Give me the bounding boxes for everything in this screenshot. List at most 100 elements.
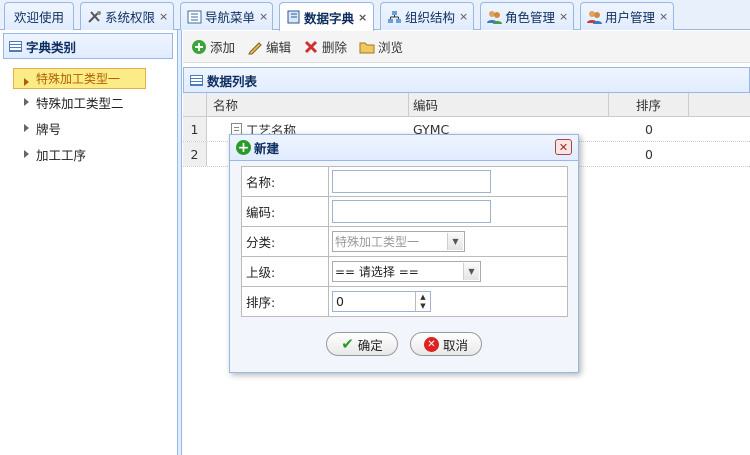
delete-button[interactable]: 删除 xyxy=(303,37,347,56)
add-button[interactable]: 添加 xyxy=(191,37,235,56)
parent-select-value: == 请选择 == xyxy=(335,265,419,279)
tree-node-grade[interactable]: 牌号 xyxy=(0,115,177,141)
browse-button[interactable]: 浏览 xyxy=(359,37,403,56)
user-group-icon xyxy=(587,10,602,24)
sidebar: 字典类别 特殊加工类型一 特殊加工类型二 牌号 加工工序 xyxy=(0,30,178,455)
tab-welcome-label: 欢迎使用 xyxy=(13,10,64,25)
folder-icon xyxy=(359,39,375,55)
tab-label: 用户管理 xyxy=(605,10,656,25)
org-chart-icon xyxy=(387,10,402,24)
cell-order: 0 xyxy=(645,121,653,137)
name-label: 名称: xyxy=(241,166,329,197)
column-header-order[interactable]: 排序 xyxy=(609,93,689,116)
tab-welcome[interactable]: 欢迎使用 xyxy=(4,2,74,30)
confirm-label: 确定 xyxy=(357,337,383,353)
tree-node-special-type-1[interactable]: 特殊加工类型一 xyxy=(13,68,146,89)
expand-arrow-icon[interactable] xyxy=(24,150,29,158)
cancel-icon: ✕ xyxy=(423,336,439,352)
list-icon xyxy=(190,74,203,86)
add-icon: + xyxy=(236,139,251,156)
category-select[interactable]: 特殊加工类型一 ▼ xyxy=(332,231,465,252)
cancel-button[interactable]: ✕ 取消 xyxy=(410,332,482,356)
book-icon xyxy=(286,10,301,24)
tab-bar: 欢迎使用 系统权限 × 导航菜单 × 数据字典 × 组织结构 × 角色管理 × … xyxy=(0,0,750,31)
chevron-down-icon: ▼ xyxy=(463,263,479,280)
users-icon xyxy=(487,10,502,24)
tree-node-label: 牌号 xyxy=(36,121,62,137)
delete-icon xyxy=(303,39,319,55)
tab-system-permissions[interactable]: 系统权限 × xyxy=(80,2,174,30)
tab-data-dictionary[interactable]: 数据字典 × xyxy=(279,2,374,31)
dialog-form: 名称: 编码: 分类: 特殊加工类型一 ▼ 上级: == 请选择 == ▼ 排序: … xyxy=(241,166,568,317)
tab-label: 角色管理 xyxy=(505,10,556,25)
parent-select[interactable]: == 请选择 == ▼ xyxy=(332,261,481,282)
delete-label: 删除 xyxy=(322,40,348,55)
close-icon[interactable]: × xyxy=(559,10,568,23)
tree-node-label: 加工工序 xyxy=(36,147,87,163)
order-stepper[interactable]: 0 ▲ ▼ xyxy=(332,291,431,312)
tab-navigation-menu[interactable]: 导航菜单 × xyxy=(180,2,273,30)
add-label: 添加 xyxy=(210,40,236,55)
tree-node-label: 特殊加工类型二 xyxy=(36,95,124,111)
close-icon[interactable]: × xyxy=(159,10,168,23)
name-input[interactable] xyxy=(332,170,491,193)
tree-node-process[interactable]: 加工工序 xyxy=(0,141,177,167)
tab-label: 组织结构 xyxy=(405,10,456,25)
close-icon[interactable]: × xyxy=(358,11,367,24)
menu-icon xyxy=(187,10,202,24)
order-label: 排序: xyxy=(241,286,329,317)
expand-arrow-icon[interactable] xyxy=(24,98,29,106)
sidebar-header: 字典类别 xyxy=(3,33,173,59)
tab-organization[interactable]: 组织结构 × xyxy=(380,2,474,30)
expand-arrow-icon[interactable] xyxy=(24,124,29,132)
dialog-close-button[interactable]: ✕ xyxy=(555,139,572,155)
dialog-title-bar[interactable]: + 新建 ✕ xyxy=(230,135,578,161)
category-label: 分类: xyxy=(241,226,329,257)
code-label: 编码: xyxy=(241,196,329,227)
confirm-button[interactable]: ✔ 确定 xyxy=(326,332,398,356)
close-icon[interactable]: × xyxy=(659,10,668,23)
pencil-icon xyxy=(247,39,263,55)
list-icon xyxy=(9,40,22,52)
chevron-down-icon: ▼ xyxy=(447,233,463,250)
cell-order: 0 xyxy=(645,146,653,162)
new-item-dialog: + 新建 ✕ 名称: 编码: 分类: 特殊加工类型一 ▼ 上级: == 请选择 =… xyxy=(229,134,579,373)
order-value: 0 xyxy=(336,294,344,309)
browse-label: 浏览 xyxy=(378,40,404,55)
row-number: 2 xyxy=(183,142,207,166)
column-header-code[interactable]: 编码 xyxy=(409,93,609,116)
expand-arrow-icon[interactable] xyxy=(24,78,29,86)
add-icon xyxy=(191,39,207,55)
tab-user-management[interactable]: 用户管理 × xyxy=(580,2,674,30)
tab-label: 导航菜单 xyxy=(205,10,256,25)
cancel-label: 取消 xyxy=(442,337,468,353)
tab-label: 系统权限 xyxy=(105,10,156,25)
sidebar-title: 字典类别 xyxy=(26,39,77,55)
category-tree: 特殊加工类型一 特殊加工类型二 牌号 加工工序 xyxy=(0,68,177,167)
grid-header: 数据列表 xyxy=(183,67,750,93)
spin-down-icon[interactable]: ▼ xyxy=(416,302,430,312)
code-input[interactable] xyxy=(332,200,491,223)
grid-title: 数据列表 xyxy=(207,73,258,89)
tab-role-management[interactable]: 角色管理 × xyxy=(480,2,574,30)
tree-node-special-type-2[interactable]: 特殊加工类型二 xyxy=(0,89,177,115)
tools-icon xyxy=(87,10,102,24)
grid-column-headers: 名称 编码 排序 xyxy=(183,93,750,117)
tab-label: 数据字典 xyxy=(304,10,355,26)
dialog-title: 新建 xyxy=(254,141,280,156)
category-select-value: 特殊加工类型一 xyxy=(335,235,420,249)
tree-node-label: 特殊加工类型一 xyxy=(36,72,121,86)
panel-splitter[interactable] xyxy=(178,30,182,455)
column-header-name[interactable]: 名称 xyxy=(207,93,409,116)
dialog-buttons: ✔ 确定 ✕ 取消 xyxy=(230,332,578,356)
row-number-header xyxy=(183,93,207,116)
toolbar: 添加 编辑 删除 浏览 xyxy=(183,31,750,63)
close-icon[interactable]: × xyxy=(459,10,468,23)
close-icon[interactable]: × xyxy=(259,10,268,23)
parent-label: 上级: xyxy=(241,256,329,287)
checkmark-icon: ✔ xyxy=(341,335,354,353)
spin-up-icon[interactable]: ▲ xyxy=(416,292,430,302)
spinner: ▲ ▼ xyxy=(415,292,430,311)
edit-button[interactable]: 编辑 xyxy=(247,37,291,56)
row-number: 1 xyxy=(183,117,207,141)
